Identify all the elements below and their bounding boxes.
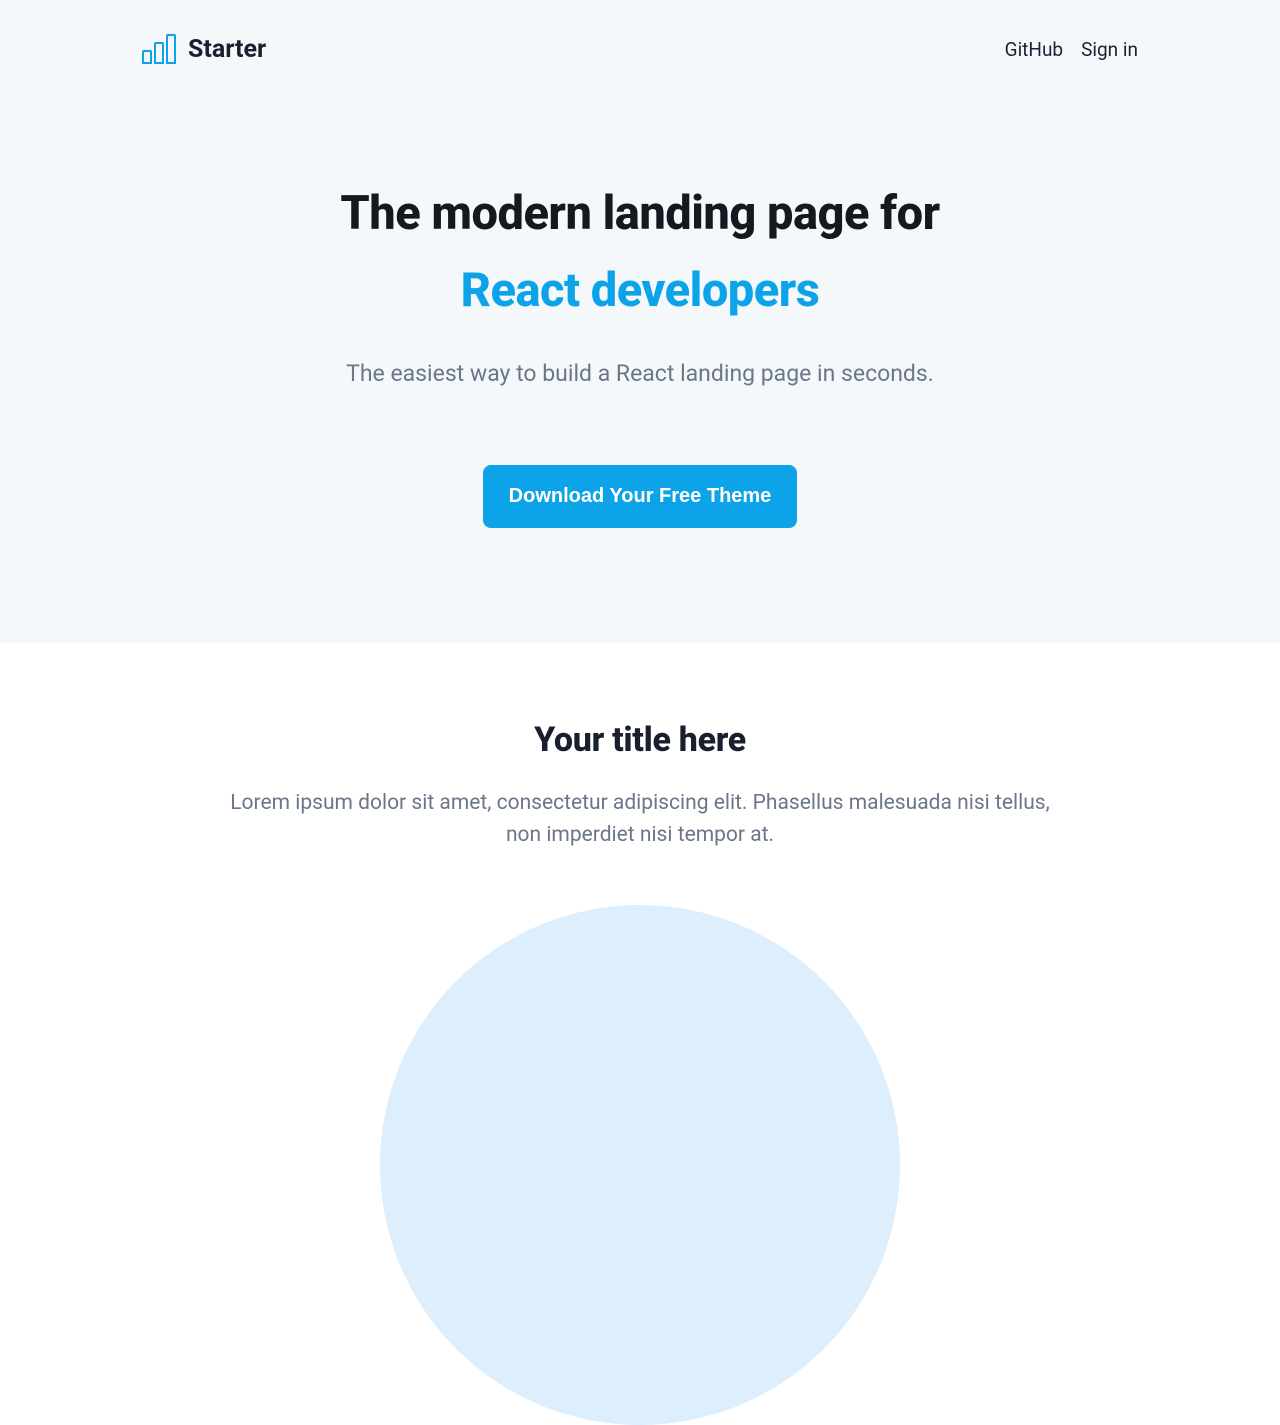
hero-title-line1: The modern landing page for <box>0 186 1280 241</box>
nav-link-github[interactable]: GitHub <box>1005 38 1063 61</box>
bar-chart-icon <box>142 34 178 64</box>
logo-text: Starter <box>188 35 266 64</box>
circle-decoration <box>380 905 900 1425</box>
hero-section: Starter GitHub Sign in The modern landin… <box>0 0 1280 643</box>
hero-subtitle: The easiest way to build a React landing… <box>0 360 1280 387</box>
download-theme-button[interactable]: Download Your Free Theme <box>483 465 798 528</box>
hero-title-line2: React developers <box>0 263 1280 318</box>
features-description: Lorem ipsum dolor sit amet, consectetur … <box>230 788 1050 851</box>
hero-content: The modern landing page for React develo… <box>0 64 1280 528</box>
features-section: Your title here Lorem ipsum dolor sit am… <box>0 643 1280 851</box>
nav: GitHub Sign in <box>1005 38 1138 61</box>
features-title: Your title here <box>0 720 1280 760</box>
logo-link[interactable]: Starter <box>142 34 266 64</box>
header: Starter GitHub Sign in <box>0 0 1280 64</box>
nav-link-signin[interactable]: Sign in <box>1081 38 1138 61</box>
